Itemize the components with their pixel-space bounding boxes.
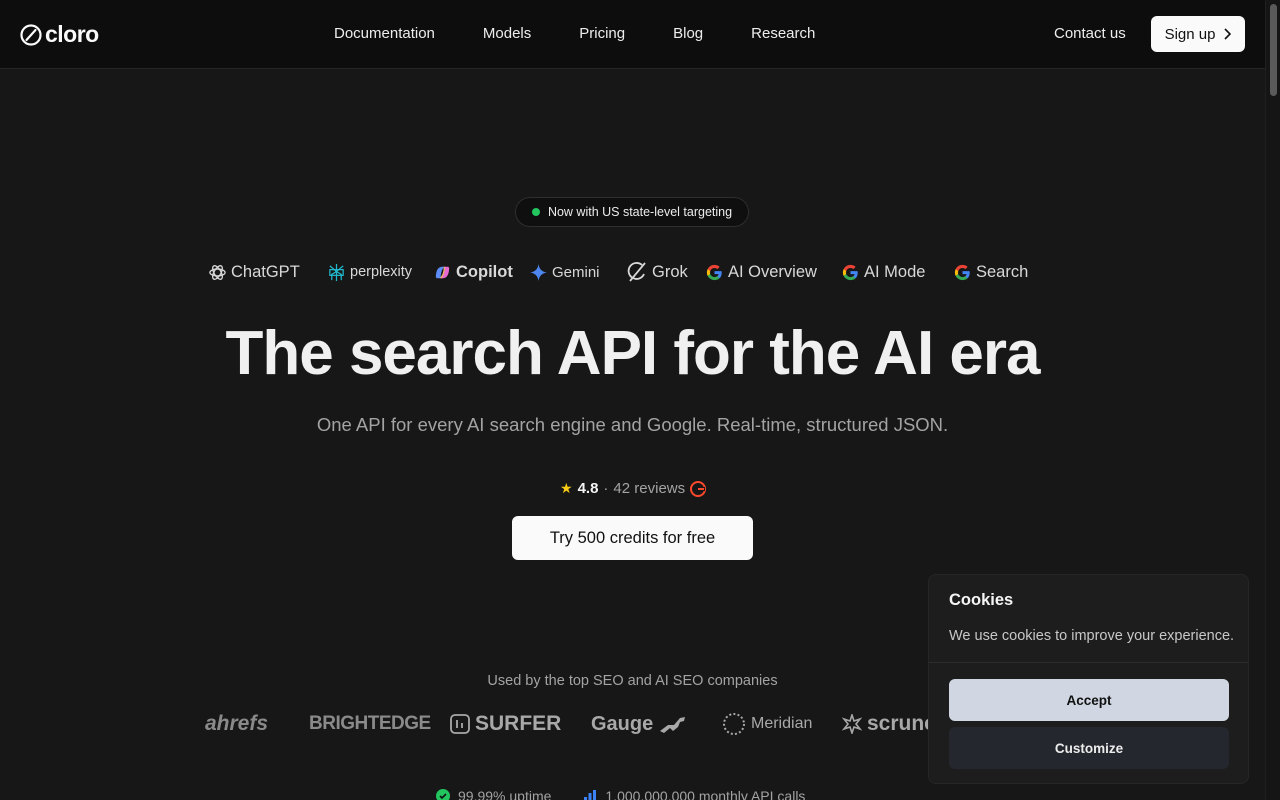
engine-chatgpt: ChatGPT — [208, 258, 300, 286]
engine-logos-row: ChatGPT perplexity Copilot Gemini Grok A… — [0, 258, 1265, 286]
cloro-logo-icon — [20, 23, 42, 46]
contact-us-link[interactable]: Contact us — [1054, 25, 1126, 42]
customer-logo-text: ahrefs — [205, 712, 269, 735]
g2-icon — [690, 480, 707, 497]
engine-perplexity: perplexity — [327, 258, 412, 286]
customer-logo-surfer: SURFER — [450, 708, 561, 740]
customize-cookies-button[interactable]: Customize — [949, 727, 1229, 769]
engine-label: perplexity — [350, 264, 413, 280]
star-icon: ★ — [560, 480, 573, 496]
sign-up-label: Sign up — [1164, 25, 1216, 43]
scrollbar-thumb[interactable] — [1270, 4, 1277, 96]
grok-icon — [627, 262, 646, 282]
google-icon — [954, 264, 970, 280]
customer-logo-brightedge: BRIGHTEDGE — [309, 708, 431, 740]
rating-separator: · — [603, 480, 609, 497]
engine-label: Grok — [652, 262, 688, 281]
review-rating[interactable]: ★ 4.8 · 42 reviews — [560, 480, 707, 497]
hero-subheadline: One API for every AI search engine and G… — [316, 414, 949, 435]
stats-row: 99.99% uptime 1,000,000,000 monthly API … — [436, 788, 805, 800]
copilot-icon — [435, 266, 450, 279]
accept-cookies-button[interactable]: Accept — [949, 679, 1229, 721]
google-icon — [842, 264, 858, 280]
engine-label: Search — [976, 262, 1029, 281]
engine-label: Copilot — [456, 262, 513, 281]
badge-text: Now with US state-level targeting — [547, 205, 733, 219]
customer-logo-gauge: Gauge — [591, 708, 688, 740]
customer-logo-meridian: Meridian — [722, 708, 812, 740]
cookie-consent-panel: Cookies We use cookies to improve your e… — [928, 574, 1249, 784]
chatgpt-icon — [209, 264, 226, 280]
logo-text: cloro — [45, 21, 99, 47]
engine-ai-overview: AI Overview — [705, 258, 817, 286]
site-header: cloro Documentation Models Pricing Blog … — [0, 0, 1265, 69]
nav-research[interactable]: Research — [751, 25, 815, 42]
nav-models[interactable]: Models — [483, 25, 531, 42]
customer-logo-scrunch: scrunch — [842, 708, 940, 740]
nav-documentation[interactable]: Documentation — [334, 25, 435, 42]
engine-copilot: Copilot — [433, 258, 513, 286]
stat-api-calls: 1,000,000,000 monthly API calls — [583, 788, 805, 800]
engine-search: Search — [953, 258, 1028, 286]
stat-text: 1,000,000,000 monthly API calls — [605, 788, 806, 800]
rating-reviews: 42 reviews — [613, 480, 686, 497]
engine-label: Gemini — [552, 263, 600, 281]
status-dot-icon — [531, 208, 540, 216]
announcement-badge[interactable]: Now with US state-level targeting — [515, 197, 749, 227]
engine-label: AI Mode — [864, 262, 926, 281]
customer-logo-text: Meridian — [751, 715, 813, 732]
bar-chart-icon — [584, 790, 597, 800]
page-scrollbar[interactable] — [1265, 0, 1280, 800]
customer-logo-text: BRIGHTEDGE — [309, 713, 431, 734]
cookie-divider — [929, 662, 1248, 663]
engine-ai-mode: AI Mode — [841, 258, 925, 286]
engine-label: AI Overview — [728, 262, 817, 281]
sign-up-button[interactable]: Sign up — [1151, 16, 1245, 52]
chevron-right-icon — [1224, 28, 1232, 40]
try-free-credits-button[interactable]: Try 500 credits for free — [512, 516, 753, 560]
rating-score: 4.8 — [577, 480, 599, 497]
nav-blog[interactable]: Blog — [673, 25, 703, 42]
cloro-logo[interactable]: cloro — [20, 21, 99, 48]
main-nav: Documentation Models Pricing Blog Resear… — [334, 25, 815, 42]
google-icon — [706, 264, 722, 280]
engine-label: ChatGPT — [231, 262, 300, 281]
scrunch-logo-icon — [842, 714, 862, 734]
meridian-logo-icon — [723, 713, 745, 735]
check-circle-icon — [436, 789, 450, 800]
customer-logo-text: SURFER — [475, 712, 562, 735]
gauge-dog-icon — [660, 717, 686, 733]
customer-logos-row: ahrefs BRIGHTEDGE SURFER Gauge Meridian … — [0, 708, 940, 740]
nav-pricing[interactable]: Pricing — [579, 25, 625, 42]
hero-headline: The search API for the AI era — [225, 319, 1041, 388]
customer-logo-text: Gauge — [591, 712, 654, 735]
cookie-message: We use cookies to improve your experienc… — [949, 628, 1235, 644]
cookie-title: Cookies — [949, 591, 1014, 609]
engine-grok: Grok — [626, 258, 688, 286]
engine-gemini: Gemini — [529, 258, 600, 286]
perplexity-icon — [329, 263, 344, 281]
gemini-icon — [529, 263, 548, 281]
surfer-logo-icon — [450, 714, 470, 734]
stat-text: 99.99% uptime — [458, 788, 552, 800]
customer-logo-ahrefs: ahrefs — [205, 708, 268, 740]
stat-uptime: 99.99% uptime — [436, 788, 551, 800]
